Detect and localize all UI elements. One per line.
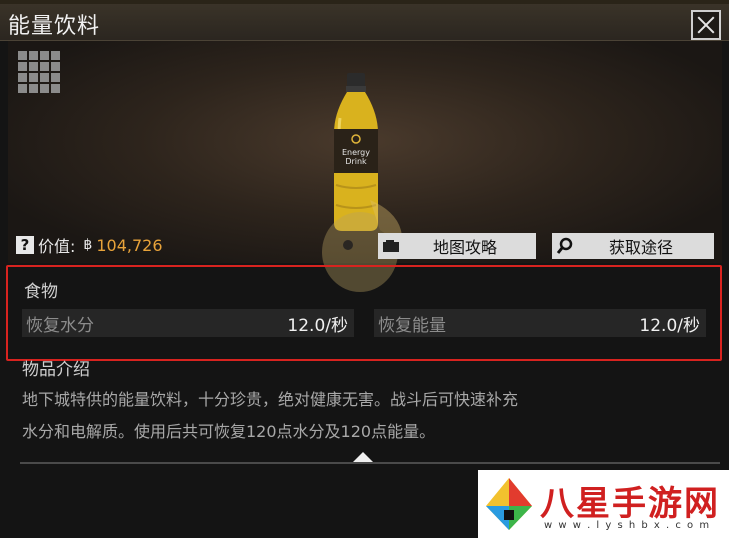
stat-energy: 恢复能量 12.0/秒 bbox=[374, 309, 706, 337]
scroll-track[interactable] bbox=[20, 462, 720, 464]
bottle-label-line-2: Drink bbox=[345, 157, 367, 166]
watermark-logo-icon bbox=[486, 478, 532, 530]
description-line-2: 水分和电解质。使用后共可恢复120点水分及120点能量。 bbox=[22, 422, 436, 441]
grid-size-icon bbox=[18, 51, 62, 95]
stat-value: 12.0/秒 bbox=[639, 315, 700, 336]
description-title: 物品介绍 bbox=[22, 360, 90, 380]
map-guide-button[interactable]: 地图攻略 bbox=[378, 233, 536, 259]
watermark-site-name: 八星手游网 bbox=[540, 484, 720, 524]
item-category: 食物 bbox=[24, 282, 58, 302]
bottle-label-line-1: Energy bbox=[342, 148, 370, 157]
stat-label: 恢复能量 bbox=[378, 315, 446, 336]
stat-hydration: 恢复水分 12.0/秒 bbox=[22, 309, 354, 337]
acquire-source-button[interactable]: 获取途径 bbox=[552, 233, 714, 259]
close-button[interactable] bbox=[691, 10, 721, 40]
help-icon[interactable]: ? bbox=[16, 236, 34, 254]
scroll-up-arrow-icon[interactable] bbox=[353, 452, 373, 462]
stat-label: 恢复水分 bbox=[26, 315, 94, 336]
map-icon bbox=[378, 239, 404, 253]
description-line-1: 地下城特供的能量饮料，十分珍贵，绝对健康无害。战斗后可快速补充 bbox=[22, 390, 519, 409]
acquire-source-label: 获取途径 bbox=[608, 238, 673, 257]
stat-value: 12.0/秒 bbox=[287, 315, 348, 336]
item-price: ? 价值: ฿ 104,726 bbox=[16, 234, 163, 256]
map-guide-label: 地图攻略 bbox=[432, 238, 497, 257]
description-text: 地下城特供的能量饮料，十分珍贵，绝对健康无害。战斗后可快速补充 水分和电解质。使… bbox=[22, 384, 662, 448]
title-bar: 能量饮料 bbox=[0, 4, 729, 41]
search-icon bbox=[552, 237, 578, 255]
watermark-url: w w w . l y s h b x . c o m bbox=[544, 520, 711, 531]
currency-icon: ฿ bbox=[83, 237, 93, 253]
window-title: 能量饮料 bbox=[8, 14, 101, 39]
watermark: 八星手游网 w w w . l y s h b x . c o m bbox=[478, 470, 729, 538]
price-label: 价值: bbox=[38, 237, 76, 256]
price-value: 104,726 bbox=[96, 235, 163, 255]
